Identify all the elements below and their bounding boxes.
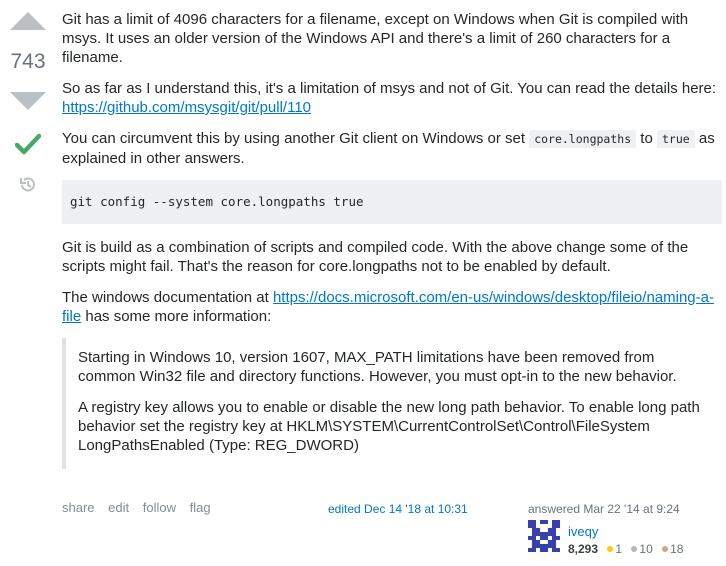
accepted-check-icon xyxy=(15,133,41,155)
avatar[interactable] xyxy=(528,520,560,552)
quote-paragraph-1: Starting in Windows 10, version 1607, MA… xyxy=(78,349,677,385)
paragraph-3-text-b: to xyxy=(636,130,657,147)
bronze-badge-icon xyxy=(662,546,669,553)
github-pull-link[interactable]: https://github.com/msysgit/git/pull/110 xyxy=(62,99,311,116)
paragraph-4: Git is build as a combination of scripts… xyxy=(62,239,689,275)
bronze-badge-count: 18 xyxy=(670,542,684,556)
inline-code-true: true xyxy=(656,130,695,148)
paragraph-3-text-a: You can circumvent this by using another… xyxy=(62,130,530,147)
blockquote: Starting in Windows 10, version 1607, MA… xyxy=(62,338,722,469)
post-menu: share edit follow flag xyxy=(62,500,221,515)
answer-body: Git has a limit of 4096 characters for a… xyxy=(62,10,722,481)
paragraph-2-text: So as far as I understand this, it's a l… xyxy=(62,80,717,97)
upvote-arrow-icon[interactable] xyxy=(10,12,46,30)
paragraph-2: So as far as I understand this, it's a l… xyxy=(62,79,722,117)
username-link[interactable]: iveqy xyxy=(568,524,598,539)
gold-badge-count: 1 xyxy=(615,542,623,556)
inline-code-longpaths: core.longpaths xyxy=(529,130,637,148)
gold-badge-icon xyxy=(607,546,614,553)
vote-count: 743 xyxy=(10,50,46,73)
silver-badge-count: 10 xyxy=(639,542,653,556)
edited-timestamp-link[interactable]: edited Dec 14 '18 at 10:31 xyxy=(328,502,468,516)
quote-paragraph-2: A registry key allows you to enable or d… xyxy=(78,399,700,454)
downvote-arrow-icon[interactable] xyxy=(10,92,46,110)
edit-link[interactable]: edit xyxy=(108,500,129,515)
history-icon[interactable] xyxy=(18,175,38,195)
follow-link[interactable]: follow xyxy=(143,500,176,515)
reputation-line: 8,293 1 10 18 xyxy=(568,542,683,556)
reputation-score: 8,293 xyxy=(568,542,599,556)
share-link[interactable]: share xyxy=(62,500,95,515)
paragraph-3: You can circumvent this by using another… xyxy=(62,129,722,168)
paragraph-5-text-b: has some more information: xyxy=(81,308,272,325)
user-card: answered Mar 22 '14 at 9:24 iveqy 8,293 … xyxy=(528,502,726,556)
silver-badge-icon xyxy=(631,546,638,553)
paragraph-5: The windows documentation at https://doc… xyxy=(62,288,722,326)
paragraph-5-text-a: The windows documentation at xyxy=(62,289,273,306)
answered-timestamp: answered Mar 22 '14 at 9:24 xyxy=(528,502,680,516)
paragraph-1: Git has a limit of 4096 characters for a… xyxy=(62,11,689,66)
flag-link[interactable]: flag xyxy=(190,500,211,515)
code-block: git config --system core.longpaths true xyxy=(62,180,722,224)
